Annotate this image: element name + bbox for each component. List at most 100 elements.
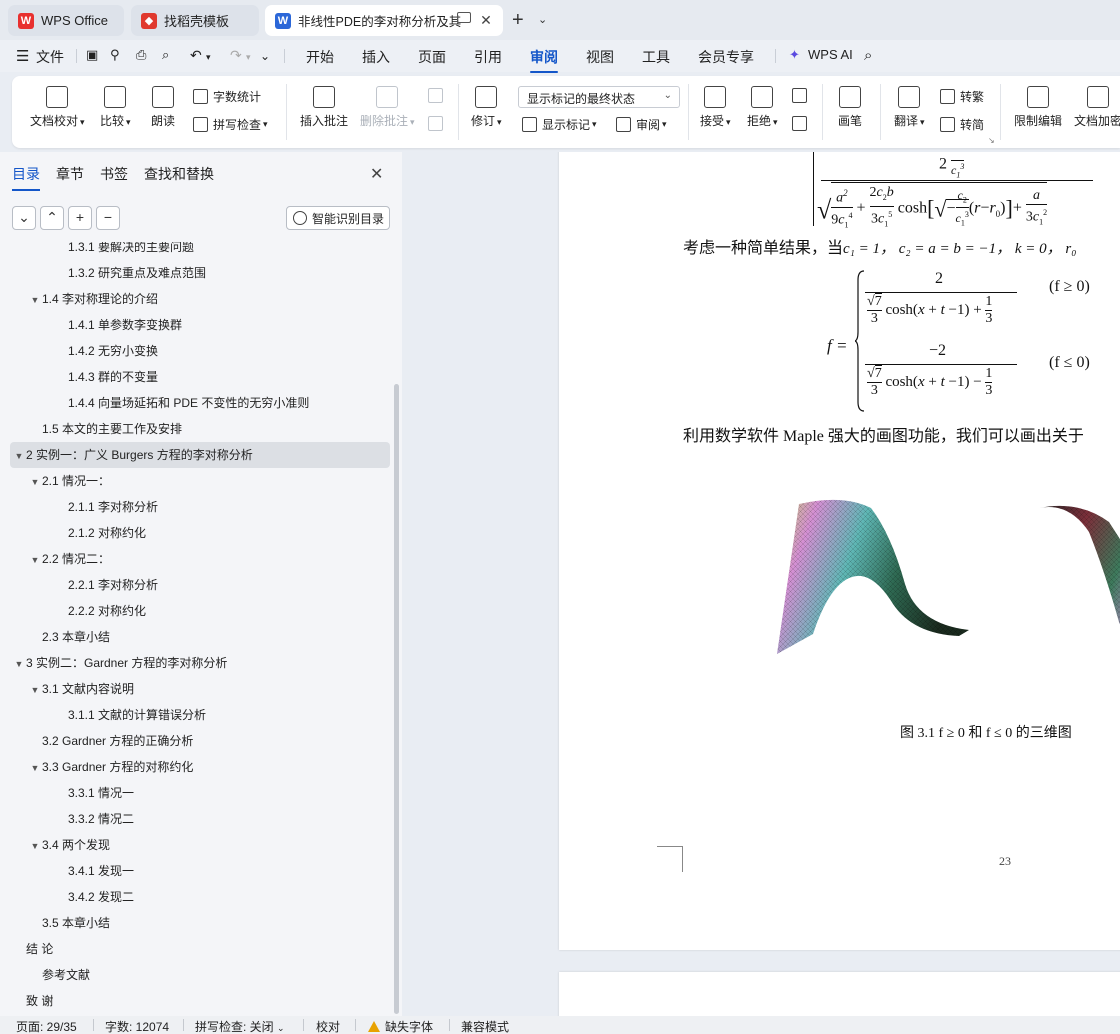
- close-pane-icon[interactable]: ✕: [370, 164, 383, 184]
- print-icon[interactable]: ⎙: [136, 47, 146, 63]
- tab-find-replace[interactable]: 查找和替换: [144, 164, 214, 184]
- delete-comment-button[interactable]: 删除批注 ▾: [360, 86, 415, 129]
- group-expand-icon[interactable]: ↘: [988, 136, 995, 145]
- menu-view[interactable]: 视图: [586, 47, 614, 67]
- add-heading-button[interactable]: +: [68, 206, 92, 230]
- doc-check-button[interactable]: 文档校对 ▾: [30, 86, 85, 129]
- search-icon[interactable]: ⌕: [864, 47, 872, 64]
- monitor-icon[interactable]: [457, 12, 471, 23]
- menu-tools[interactable]: 工具: [642, 47, 670, 67]
- restrict-editing-button[interactable]: 限制编辑: [1014, 86, 1062, 129]
- expand-arrow-icon[interactable]: ▼: [12, 443, 26, 469]
- missing-font-status[interactable]: 缺失字体: [368, 1018, 433, 1034]
- toc-item[interactable]: ▼ 3.4 两个发现: [10, 832, 390, 858]
- tab-toc[interactable]: 目录: [12, 164, 40, 191]
- tab-docer-templates[interactable]: ◆ 找稻壳模板: [131, 5, 259, 36]
- close-tab-icon[interactable]: ✕: [477, 11, 495, 29]
- toc-item[interactable]: 2.2.1 李对称分析: [10, 572, 390, 598]
- toc-item[interactable]: 2.3 本章小结: [10, 624, 390, 650]
- compare-button[interactable]: 比较 ▾: [100, 86, 131, 129]
- toc-item[interactable]: 3.2 Gardner 方程的正确分析: [10, 728, 390, 754]
- toc-item[interactable]: 3.3.1 情况一: [10, 780, 390, 806]
- toc-item[interactable]: 1.4.4 向量场延拓和 PDE 不变性的无穷小准则: [10, 390, 390, 416]
- remove-heading-button[interactable]: −: [96, 206, 120, 230]
- previous-comment-button[interactable]: [428, 88, 448, 103]
- proofread-status[interactable]: 校对: [316, 1018, 340, 1034]
- word-count-status[interactable]: 字数: 12074: [105, 1018, 169, 1034]
- previous-change-button[interactable]: [792, 88, 812, 103]
- undo-dropdown-icon[interactable]: ▾: [206, 52, 211, 63]
- toc-item[interactable]: ▼ 3.1 文献内容说明: [10, 676, 390, 702]
- to-simplified-button[interactable]: 转简: [940, 116, 984, 133]
- accept-button[interactable]: 接受 ▾: [700, 86, 731, 129]
- toc-item[interactable]: 参考文献: [10, 962, 390, 988]
- new-tab-plus-icon[interactable]: +: [512, 9, 524, 32]
- expand-all-button[interactable]: ⌄: [12, 206, 36, 230]
- toc-item[interactable]: 1.5 本文的主要工作及安排: [10, 416, 390, 442]
- page-indicator[interactable]: 页面: 29/35: [16, 1018, 77, 1034]
- read-aloud-button[interactable]: 朗读: [151, 86, 175, 129]
- next-comment-button[interactable]: [428, 116, 448, 131]
- redo-dropdown-icon[interactable]: ▾: [246, 52, 251, 63]
- toc-item[interactable]: 3.5 本章小结: [10, 910, 390, 936]
- menu-file[interactable]: 文件: [36, 47, 64, 67]
- menu-home[interactable]: 开始: [306, 47, 334, 67]
- toc-item[interactable]: 致 谢: [10, 988, 390, 1014]
- menu-member[interactable]: 会员专享: [698, 47, 754, 67]
- pane-scrollbar[interactable]: [394, 384, 399, 1014]
- toc-item[interactable]: 1.4.2 无穷小变换: [10, 338, 390, 364]
- spell-check-button[interactable]: 拼写检查 ▾: [193, 116, 268, 133]
- toc-item[interactable]: 3.4.2 发现二: [10, 884, 390, 910]
- undo-icon[interactable]: ↶: [190, 47, 202, 64]
- smart-toc-button[interactable]: 智能识别目录: [286, 206, 390, 230]
- insert-comment-button[interactable]: 插入批注: [300, 86, 348, 129]
- reject-button[interactable]: 拒绝 ▾: [747, 86, 778, 129]
- review-pane-button[interactable]: 审阅 ▾: [616, 116, 667, 133]
- toc-item[interactable]: 3.4.1 发现一: [10, 858, 390, 884]
- expand-arrow-icon[interactable]: ▼: [28, 287, 42, 313]
- collapse-all-button[interactable]: ⌃: [40, 206, 64, 230]
- toc-item[interactable]: 2.2.2 对称约化: [10, 598, 390, 624]
- show-markup-button[interactable]: 显示标记 ▾: [522, 116, 597, 133]
- expand-arrow-icon[interactable]: ▼: [28, 547, 42, 573]
- expand-arrow-icon[interactable]: ▼: [28, 469, 42, 495]
- toc-item[interactable]: 1.3.2 研究重点及难点范围: [10, 260, 390, 286]
- expand-arrow-icon[interactable]: ▼: [12, 651, 26, 677]
- toc-item[interactable]: ▼ 1.4 李对称理论的介绍: [10, 286, 390, 312]
- toc-item[interactable]: 1.4.3 群的不变量: [10, 364, 390, 390]
- toc-item[interactable]: ▼ 3.3 Gardner 方程的对称约化: [10, 754, 390, 780]
- tab-sections[interactable]: 章节: [56, 164, 84, 184]
- toc-item[interactable]: 2.1.2 对称约化: [10, 520, 390, 546]
- document-encrypt-button[interactable]: 文档加密: [1074, 86, 1120, 129]
- save-icon[interactable]: ▣: [86, 47, 98, 63]
- to-traditional-button[interactable]: 转繁: [940, 88, 984, 105]
- word-count-button[interactable]: 字数统计: [193, 88, 261, 105]
- print-preview-icon[interactable]: ⌕: [162, 47, 169, 63]
- hamburger-icon[interactable]: ☰: [16, 47, 29, 65]
- toc-item[interactable]: 3.3.2 情况二: [10, 806, 390, 832]
- tab-bookmarks[interactable]: 书签: [100, 164, 128, 184]
- translate-button[interactable]: 翻译 ▾: [894, 86, 925, 129]
- expand-arrow-icon[interactable]: ▼: [28, 677, 42, 703]
- expand-arrow-icon[interactable]: ▼: [28, 755, 42, 781]
- menu-review[interactable]: 审阅: [530, 47, 558, 73]
- share-link-icon[interactable]: ⚲: [110, 47, 120, 63]
- expand-arrow-icon[interactable]: ▼: [28, 833, 42, 859]
- toc-item[interactable]: ▼ 3 实例二：Gardner 方程的李对称分析: [10, 650, 390, 676]
- spell-check-status[interactable]: 拼写检查: 关闭 ⌄: [195, 1018, 285, 1034]
- toc-item[interactable]: 3.1.1 文献的计算错误分析: [10, 702, 390, 728]
- markup-state-select[interactable]: 显示标记的最终状态 ⌄: [518, 86, 680, 108]
- toc-item[interactable]: ▼ 2.2 情况二：: [10, 546, 390, 572]
- track-changes-button[interactable]: 修订 ▾: [471, 86, 502, 129]
- toc-item[interactable]: 1.3.1 要解决的主要问题: [10, 242, 390, 260]
- toc-item[interactable]: ▼ 2 实例一：广义 Burgers 方程的李对称分析: [10, 442, 390, 468]
- redo-icon[interactable]: ↷: [230, 47, 242, 64]
- tab-dropdown-chevron-icon[interactable]: ⌄: [538, 13, 547, 26]
- pen-button[interactable]: 画笔: [838, 86, 862, 129]
- tab-current-document[interactable]: W 非线性PDE的李对称分析及其 ✕: [265, 5, 503, 36]
- next-change-button[interactable]: [792, 116, 812, 131]
- menu-insert[interactable]: 插入: [362, 47, 390, 67]
- menu-wps-ai[interactable]: WPS AI: [808, 47, 853, 62]
- tab-wps-office[interactable]: W WPS Office: [8, 5, 124, 36]
- toc-item[interactable]: 1.4.1 单参数李变换群: [10, 312, 390, 338]
